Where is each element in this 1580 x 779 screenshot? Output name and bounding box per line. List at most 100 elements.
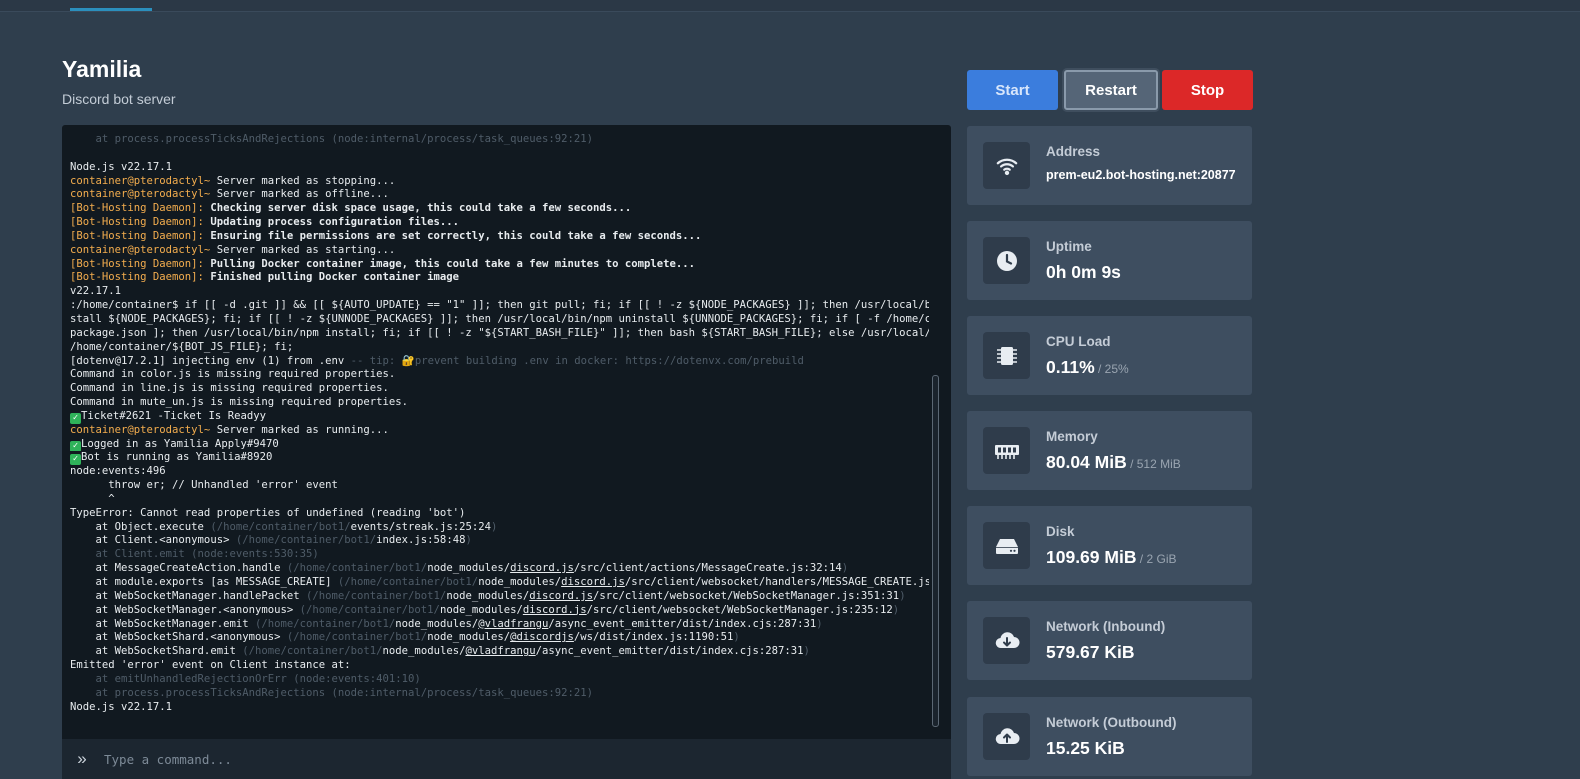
console-text: discord.js (522, 603, 587, 616)
console-text: index.js:58:48 (376, 534, 466, 547)
console-text: @vladfrangu (478, 617, 549, 630)
console-output[interactable]: at process.processTicksAndRejections (no… (62, 125, 951, 739)
stat-value-text: prem-eu2.bot-hosting.net:20877 (1046, 168, 1236, 182)
console-line: at emitUnhandledRejectionOrErr (node:eve… (70, 673, 929, 687)
console-text: ^ (70, 492, 115, 505)
stat-label: CPU Load (1046, 334, 1111, 349)
chevron-right-icon: » (77, 749, 87, 768)
console-line: Command in line.js is missing required p… (70, 382, 929, 396)
cloud-download-icon (983, 617, 1030, 664)
console-text: [dotenv@17.2.1] injecting env (1) from .… (70, 354, 345, 367)
stat-label: Address (1046, 144, 1101, 159)
console-line: node:events:496 (70, 465, 929, 479)
console-text: -- tip: 🔐prevent building .env in docker… (344, 354, 804, 367)
command-input[interactable] (102, 741, 951, 777)
console-text: Updating process configuration files... (203, 216, 460, 229)
console-text: Emitted 'error' event on Client instance… (70, 659, 351, 672)
console-text: container@pterodactyl~ (70, 423, 211, 436)
stat-value-text: 80.04 MiB (1046, 452, 1127, 472)
console-line: stall ${NODE_PACKAGES}; fi; if [[ ! -z $… (70, 313, 929, 327)
console-text: at Object.execute (70, 520, 211, 533)
active-tab-indicator (70, 8, 152, 11)
console-line: [Bot-Hosting Daemon]: Updating process c… (70, 216, 929, 230)
console-text: ) (892, 603, 900, 616)
restart-button[interactable]: Restart (1064, 70, 1158, 110)
console-line: v22.17.1 (70, 285, 929, 299)
console-text: Ticket#2621 -Ticket Is Readyy (81, 409, 266, 422)
stat-card-memory: Memory 80.04 MiB / 512 MiB (967, 411, 1252, 490)
console-text: at Client.emit (node:events:530:35) (70, 548, 319, 561)
console-line: ✓ Bot is running as Yamilia#8920 (70, 451, 929, 466)
console-text: Node.js v22.17.1 (70, 160, 173, 173)
console-text: [Bot-Hosting Daemon]: (70, 216, 204, 229)
console-text: Command in mute_un.js is missing require… (70, 396, 409, 409)
console-text: at WebSocketShard.emit (70, 645, 243, 658)
console-line: container@pterodactyl~ Server marked as … (70, 188, 929, 202)
console-text: @discordjs (510, 631, 574, 644)
console-text: ) (465, 534, 472, 547)
stat-value-text: 15.25 KiB (1046, 738, 1125, 758)
stat-card-net-in: Network (Inbound) 579.67 KiB (967, 601, 1252, 680)
console-text: /src/client/websocket/WebSocketManager.j… (586, 603, 893, 616)
console-text: at Client.<anonymous> (70, 534, 236, 547)
console-text: at process.processTicksAndRejections (no… (70, 133, 594, 145)
console-text: container@pterodactyl~ (70, 243, 211, 256)
command-bar: » (62, 739, 951, 779)
console-line: container@pterodactyl~ Server marked as … (70, 244, 929, 258)
stat-value-text: 0.11% (1046, 357, 1095, 377)
console-text: Server marked as stopping... (210, 174, 396, 187)
console-log: at process.processTicksAndRejections (no… (70, 133, 929, 714)
stat-value-text: 579.67 KiB (1046, 642, 1135, 662)
console-text: Bot is running as Yamilia#8920 (81, 451, 273, 464)
stop-button[interactable]: Stop (1162, 70, 1253, 110)
top-navigation-bar (0, 0, 1580, 12)
console-text: (/home/container/bot1/ (286, 562, 428, 575)
stat-value-text: 0h 0m 9s (1046, 262, 1121, 282)
console-text: @vladfrangu (465, 645, 536, 658)
console-text: (/home/container/bot1/ (306, 589, 447, 602)
console-line: [Bot-Hosting Daemon]: Ensuring file perm… (70, 230, 929, 244)
stat-value: 109.69 MiB / 2 GiB (1046, 547, 1176, 568)
console-line: TypeError: Cannot read properties of und… (70, 507, 929, 521)
console-text: ) (733, 631, 740, 644)
console-text: /async_event_emitter/dist/index.cjs:287:… (548, 617, 817, 630)
console-line: Command in mute_un.js is missing require… (70, 396, 929, 410)
console-text: discord.js (510, 562, 574, 575)
console-text: /src/client/websocket/handlers/MESSAGE_C… (624, 576, 929, 588)
stat-card-cpu: CPU Load 0.11% / 25% (967, 316, 1252, 395)
start-button[interactable]: Start (967, 70, 1058, 110)
console-line: at module.exports [as MESSAGE_CREATE] (/… (70, 576, 930, 590)
clock-icon (983, 237, 1030, 284)
console-text: discord.js (561, 576, 625, 588)
console-text: /home/container/${BOT_JS_FILE}; fi; (70, 340, 294, 353)
console-text: (/home/container/bot1/ (337, 576, 479, 588)
console-text: Checking server disk space usage, this c… (203, 202, 632, 215)
console-text: throw er; // Unhandled 'error' event (70, 479, 338, 492)
console-line: at MessageCreateAction.handle (/home/con… (70, 562, 929, 576)
console-scrollbar[interactable] (932, 375, 939, 727)
stat-value[interactable]: prem-eu2.bot-hosting.net:20877 (1046, 168, 1236, 182)
stat-label: Network (Inbound) (1046, 619, 1166, 634)
server-description: Discord bot server (62, 91, 176, 107)
check-mark-icon: ✓ (70, 454, 81, 466)
console-text: package.json ]; then /usr/local/bin/npm … (70, 326, 929, 339)
console-text: at WebSocketManager.emit (70, 617, 255, 630)
console-text: Finished pulling Docker container image (203, 271, 460, 284)
console-text: at MessageCreateAction.handle (70, 562, 287, 575)
console-text: at WebSocketManager.handlePacket (70, 589, 306, 602)
console-line: [Bot-Hosting Daemon]: Finished pulling D… (70, 271, 929, 285)
stat-card-disk: Disk 109.69 MiB / 2 GiB (967, 506, 1252, 585)
console-line: ✓ Logged in as Yamilia Apply#9470 (70, 438, 929, 452)
console-line: ✓ Ticket#2621 -Ticket Is Readyy (70, 410, 929, 424)
console-line: package.json ]; then /usr/local/bin/npm … (70, 327, 929, 341)
stat-value-text: 109.69 MiB (1046, 547, 1137, 567)
console-text: at emitUnhandledRejectionOrErr (node:eve… (70, 672, 421, 685)
console-text: node_modules/ (478, 576, 562, 588)
wifi-icon (983, 142, 1030, 189)
console-text: (/home/container/bot1/ (299, 603, 440, 616)
console-text: Logged in as Yamilia Apply#9470 (81, 437, 279, 450)
console-text: v22.17.1 (70, 285, 122, 298)
console-text: /async_event_emitter/dist/index.cjs:287:… (535, 645, 804, 658)
stat-label: Disk (1046, 524, 1075, 539)
console-line: at Client.<anonymous> (/home/container/b… (70, 534, 929, 548)
